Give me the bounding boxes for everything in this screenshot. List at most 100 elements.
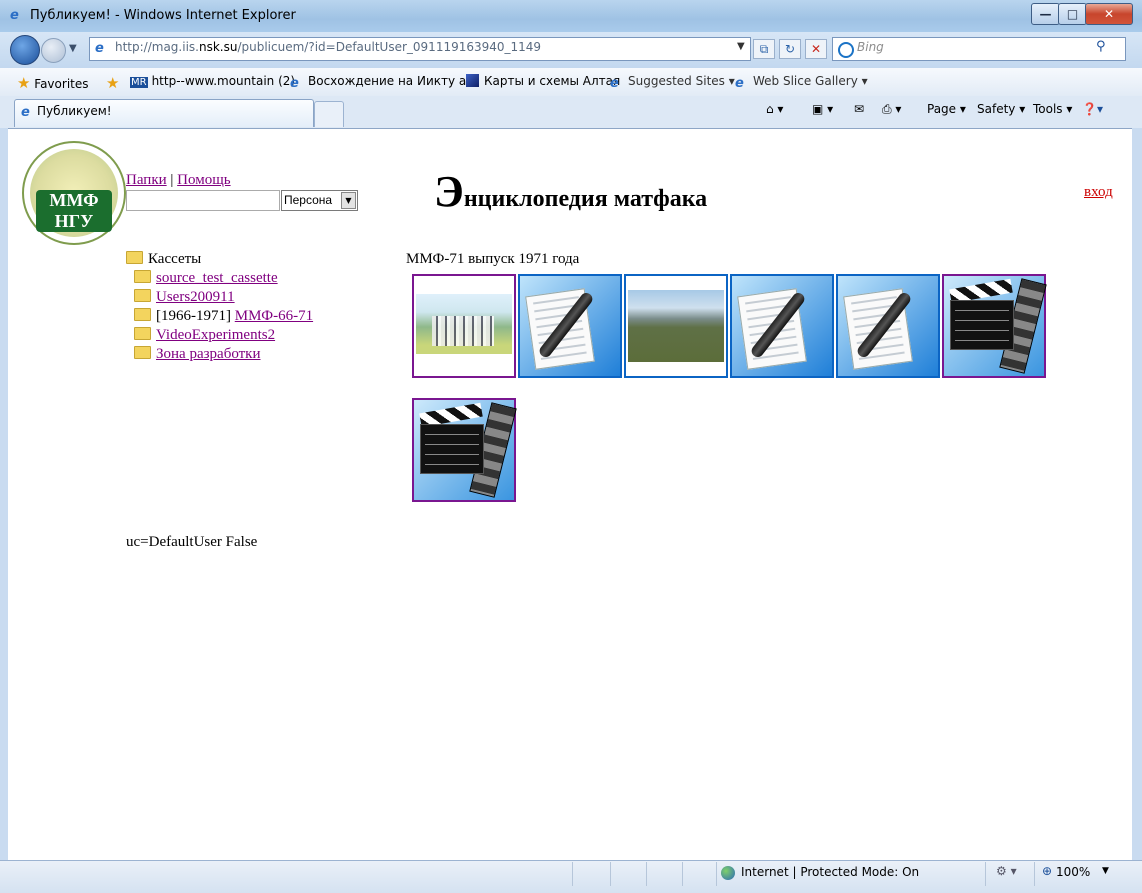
ie-icon: e bbox=[10, 8, 19, 23]
thumbnail-document[interactable] bbox=[730, 274, 834, 378]
mr-icon: MR bbox=[130, 77, 148, 88]
ie-icon: e bbox=[290, 76, 299, 91]
landscape-image bbox=[628, 290, 724, 362]
favorite-link-altai-maps[interactable]: Карты и схемы Алтая bbox=[466, 74, 620, 88]
link-separator: | bbox=[170, 172, 174, 188]
logo-text: ММФ НГУ bbox=[36, 190, 112, 232]
ie-icon: e bbox=[735, 76, 744, 91]
feeds-icon[interactable]: ▣ ▾ bbox=[812, 102, 833, 116]
refresh-button[interactable]: ↻ bbox=[779, 39, 801, 59]
zoom-level[interactable]: 100% bbox=[1056, 865, 1090, 879]
maximize-icon: □ bbox=[1066, 7, 1079, 21]
section-title: ММФ-71 выпуск 1971 года bbox=[406, 251, 580, 267]
folder-icon bbox=[134, 289, 151, 302]
thumbnail-video[interactable] bbox=[942, 274, 1047, 378]
folder-icon bbox=[134, 270, 151, 283]
tree-item: source_test_cassette bbox=[134, 270, 278, 287]
top-links: Папки | Помощь bbox=[126, 172, 231, 189]
status-divider bbox=[985, 862, 986, 886]
tree-link[interactable]: ММФ-66-71 bbox=[235, 308, 313, 324]
folder-icon bbox=[134, 346, 151, 359]
thumbnail-video[interactable] bbox=[412, 398, 517, 502]
status-divider bbox=[682, 862, 683, 886]
status-divider bbox=[572, 862, 573, 886]
map-icon bbox=[466, 74, 479, 87]
web-slice-gallery-button[interactable]: e Web Slice Gallery ▾ bbox=[735, 74, 868, 91]
home-icon[interactable]: ⌂ ▾ bbox=[766, 102, 783, 116]
protected-mode-icon[interactable]: ⚙ ▾ bbox=[996, 864, 1017, 878]
tree-link[interactable]: VideoExperiments2 bbox=[156, 327, 275, 343]
search-input[interactable]: Bing bbox=[857, 40, 884, 54]
tree-item: Users200911 bbox=[134, 289, 235, 306]
tree-item: Зона разработки bbox=[134, 346, 261, 363]
favorite-link-ikta[interactable]: e Восхождение на Иикту а... bbox=[290, 74, 478, 91]
recent-pages-dropdown-icon[interactable]: ▼ bbox=[69, 43, 77, 54]
tab-label: Публикуем! bbox=[37, 104, 112, 118]
zoom-dropdown-icon[interactable]: ▼ bbox=[1102, 866, 1109, 876]
favorite-link-mountain[interactable]: MR http--www.mountain (2) bbox=[130, 74, 295, 88]
tree-prefix: [1966-1971] bbox=[156, 308, 231, 324]
print-icon[interactable]: ⎙ ▾ bbox=[882, 102, 901, 117]
window-title: Публикуем! - Windows Internet Explorer bbox=[30, 8, 296, 23]
page-title: Энциклопедия матфака bbox=[434, 167, 708, 216]
new-tab-button[interactable] bbox=[314, 101, 344, 127]
tree-root: Кассеты bbox=[126, 251, 201, 268]
help-link[interactable]: Помощь bbox=[177, 172, 230, 188]
address-dropdown-icon[interactable]: ▼ bbox=[737, 41, 745, 52]
thumbnail-document[interactable] bbox=[836, 274, 940, 378]
clapperboard-icon bbox=[950, 300, 1014, 350]
star-icon: ★ bbox=[17, 74, 31, 92]
minimize-icon: — bbox=[1039, 7, 1052, 21]
maximize-button[interactable]: □ bbox=[1058, 3, 1087, 25]
content-border bbox=[8, 128, 1132, 129]
suggested-sites-button[interactable]: e Suggested Sites ▾ bbox=[610, 74, 735, 91]
thumbnail-document[interactable] bbox=[518, 274, 622, 378]
page-icon: e bbox=[95, 41, 104, 56]
globe-icon bbox=[721, 866, 735, 880]
footer-status: uc=DefaultUser False bbox=[126, 534, 258, 550]
bing-icon bbox=[838, 42, 854, 58]
window-frame-left bbox=[0, 128, 8, 860]
zoom-icon: ⊕ bbox=[1042, 864, 1053, 878]
thumbnail-group-photo[interactable] bbox=[412, 274, 516, 378]
search-icon[interactable]: ⚲ bbox=[1096, 39, 1106, 54]
tree-item: VideoExperiments2 bbox=[134, 327, 275, 344]
clapperboard-icon bbox=[420, 424, 484, 474]
thumbnail-landscape[interactable] bbox=[624, 274, 728, 378]
page-menu[interactable]: Page ▾ bbox=[927, 102, 966, 116]
close-icon: ✕ bbox=[1103, 7, 1115, 21]
favorites-button[interactable]: ★ Favorites bbox=[17, 74, 89, 92]
security-zone[interactable]: Internet | Protected Mode: On bbox=[741, 865, 919, 879]
tree-link[interactable]: Users200911 bbox=[156, 289, 235, 305]
folder-icon bbox=[134, 308, 151, 321]
tree-link[interactable]: Зона разработки bbox=[156, 346, 261, 362]
status-divider bbox=[610, 862, 611, 886]
window-frame-right bbox=[1132, 128, 1142, 860]
help-icon[interactable]: ❓▾ bbox=[1082, 102, 1103, 116]
chevron-down-icon[interactable]: ▼ bbox=[341, 192, 356, 209]
status-divider bbox=[1034, 862, 1035, 886]
mail-icon[interactable]: ✉ bbox=[854, 102, 864, 116]
minimize-button[interactable]: — bbox=[1031, 3, 1060, 25]
compatibility-view-button[interactable]: ⧉ bbox=[753, 39, 775, 59]
login-link[interactable]: вход bbox=[1084, 184, 1113, 201]
ie-icon: e bbox=[21, 105, 30, 120]
people-shape bbox=[432, 316, 494, 346]
add-favorite-icon[interactable]: ★ bbox=[106, 74, 119, 92]
tools-menu[interactable]: Tools ▾ bbox=[1033, 102, 1072, 116]
address-input[interactable]: http://mag.iis.nsk.su/publicuem/?id=Defa… bbox=[115, 40, 541, 54]
back-button[interactable] bbox=[10, 35, 40, 65]
close-button[interactable]: ✕ bbox=[1085, 3, 1133, 25]
status-divider bbox=[716, 862, 717, 886]
safety-menu[interactable]: Safety ▾ bbox=[977, 102, 1025, 116]
forward-button[interactable] bbox=[41, 38, 66, 63]
tree-link[interactable]: source_test_cassette bbox=[156, 270, 278, 286]
status-divider bbox=[646, 862, 647, 886]
ie-icon: e bbox=[610, 76, 619, 91]
stop-button[interactable]: ✕ bbox=[805, 39, 827, 59]
search-field[interactable] bbox=[126, 190, 280, 211]
folder-icon bbox=[126, 251, 143, 264]
folder-icon bbox=[134, 327, 151, 340]
folders-link[interactable]: Папки bbox=[126, 172, 167, 188]
tree-item: [1966-1971] ММФ-66-71 bbox=[134, 308, 313, 325]
